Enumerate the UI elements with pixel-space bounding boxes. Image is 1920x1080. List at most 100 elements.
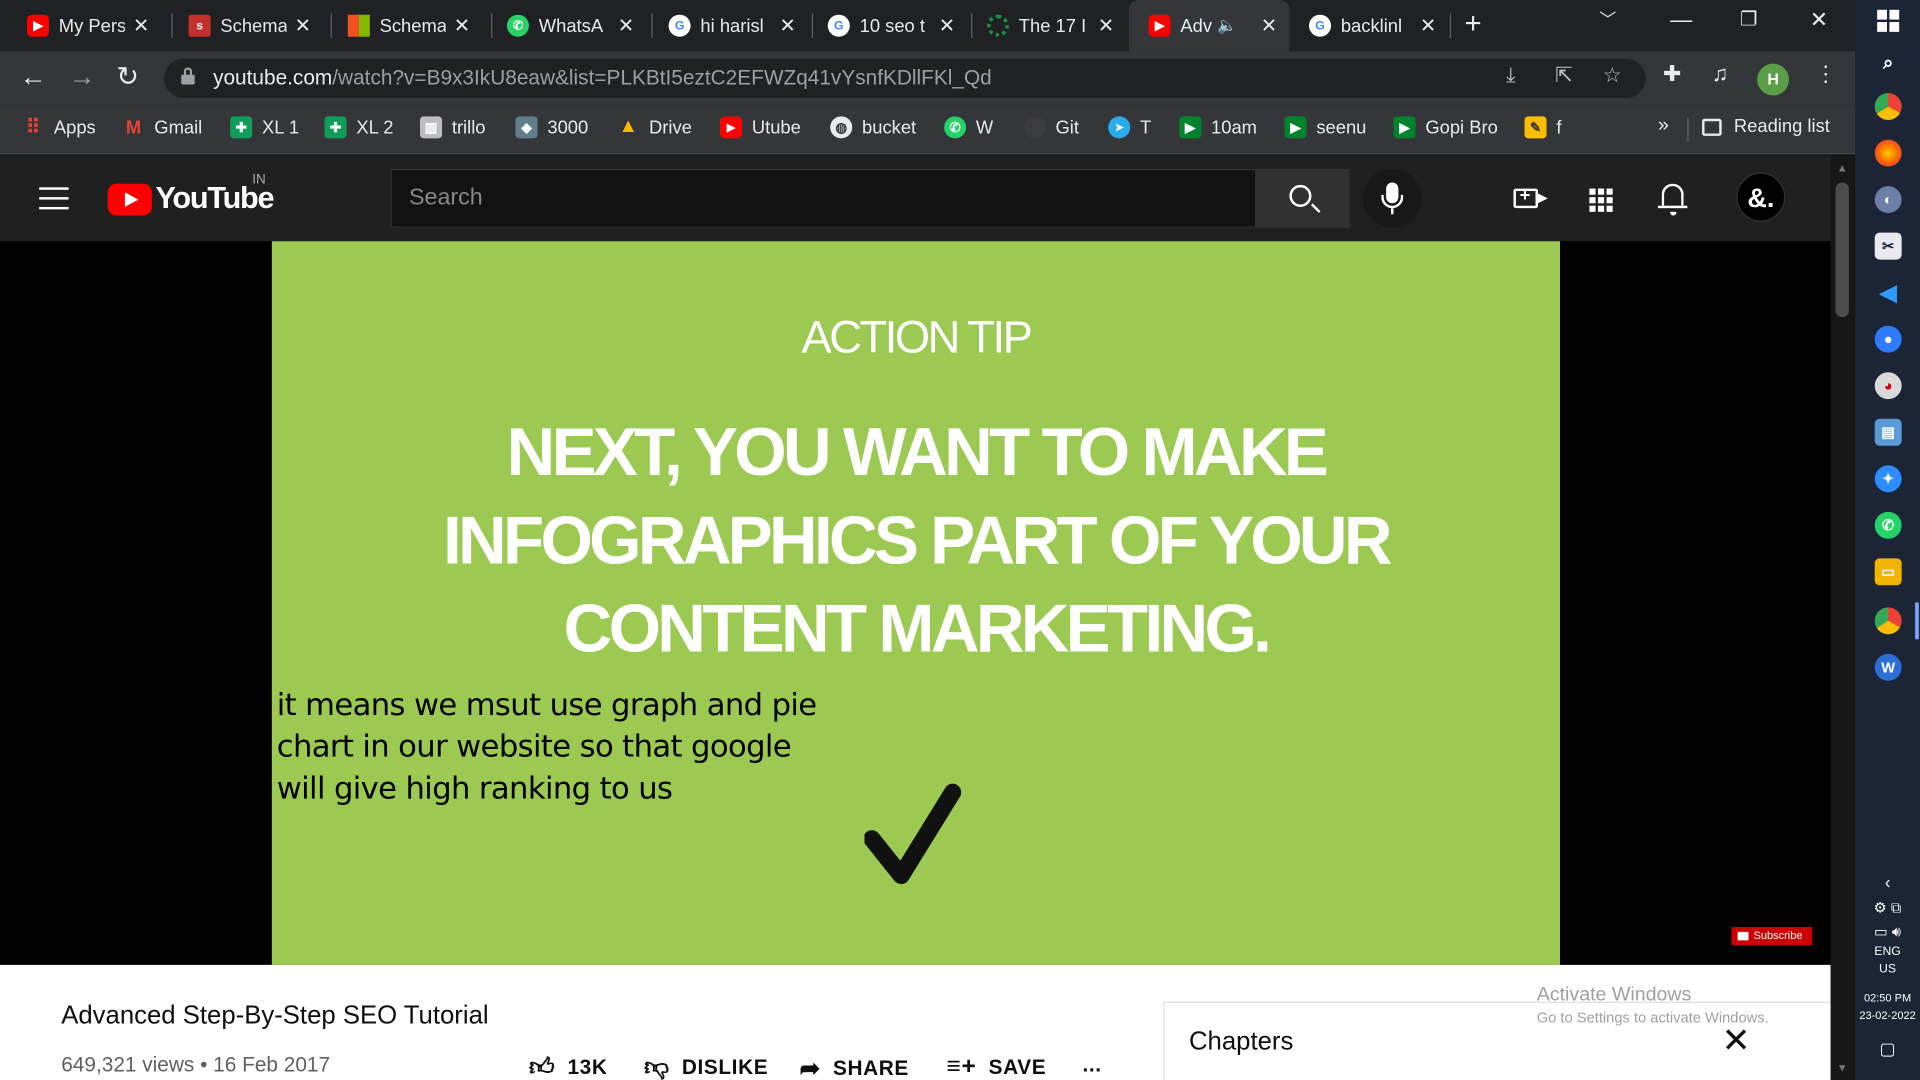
forward-button[interactable]: → xyxy=(69,61,96,93)
apps-icon[interactable] xyxy=(1589,188,1613,212)
browser-tab-active[interactable]: ▶ Adv 🔈 ✕ xyxy=(1128,0,1290,52)
notes-icon[interactable]: ▤ xyxy=(1874,418,1902,446)
bookmark-apps[interactable]: ⠿ Apps xyxy=(22,116,96,138)
browser-tab[interactable]: Schema ✕ xyxy=(328,0,482,51)
create-video-icon[interactable] xyxy=(1513,185,1548,209)
browser-tab[interactable]: ▶ My Pers ✕ xyxy=(7,0,161,51)
close-icon[interactable]: ✕ xyxy=(1261,13,1277,37)
webex-icon[interactable]: W xyxy=(1874,653,1902,681)
bookmark-git[interactable]: Git xyxy=(1023,116,1079,139)
safari-compass-icon[interactable]: ✦ xyxy=(1874,465,1902,493)
close-icon[interactable]: ✕ xyxy=(618,13,634,37)
save-button[interactable]: ≡+ SAVE xyxy=(947,1053,1047,1080)
close-icon[interactable]: ✕ xyxy=(454,13,470,37)
install-app-icon[interactable]: ⤓ xyxy=(1506,64,1515,88)
whatsapp-icon: ✆ xyxy=(506,14,529,37)
bookmark-seenu[interactable]: ▶ seenu xyxy=(1284,116,1366,139)
bookmarks-overflow-button[interactable]: » xyxy=(1658,115,1669,137)
show-hidden-icons-icon[interactable]: ‹ xyxy=(1855,872,1920,892)
windows-start-icon[interactable] xyxy=(1877,9,1900,32)
dislike-button[interactable]: 👎︎ DISLIKE xyxy=(644,1053,768,1080)
back-button[interactable]: ← xyxy=(20,61,47,93)
minimize-button[interactable]: — xyxy=(1670,7,1692,33)
share-icon[interactable]: ⇱ xyxy=(1555,64,1572,88)
search-icon[interactable]: ⌕ xyxy=(1875,49,1902,76)
video-player[interactable]: ACTION TIP NEXT, YOU WANT TO MAKE INFOGR… xyxy=(0,241,1831,965)
drive-icon: ▲ xyxy=(618,116,638,138)
speaker-icon[interactable]: 🔈 xyxy=(1217,16,1237,36)
clock-time[interactable]: 02:50 PM xyxy=(1855,992,1920,1004)
bookmark-xl2[interactable]: ✚ XL 2 xyxy=(324,116,393,139)
bookmark-trillo[interactable]: ▥ trillo xyxy=(420,116,486,139)
voice-search-button[interactable] xyxy=(1362,168,1422,228)
bookmark-3000[interactable]: ◈ 3000 xyxy=(515,116,588,139)
scroll-up-icon[interactable]: ▲ xyxy=(1837,162,1848,174)
notifications-bell-icon[interactable] xyxy=(1657,183,1688,216)
file-explorer-icon[interactable]: ▭ xyxy=(1874,558,1902,586)
chrome-icon[interactable] xyxy=(1874,93,1902,121)
bookmark-drive[interactable]: ▲ Drive xyxy=(617,116,691,138)
bookmark-w[interactable]: ✆ W xyxy=(944,116,993,139)
input-language[interactable]: ENG xyxy=(1855,945,1920,958)
scroll-down-icon[interactable]: ▼ xyxy=(1837,1062,1848,1074)
close-icon[interactable]: ✕ xyxy=(939,13,955,37)
more-actions-button[interactable]: ... xyxy=(1082,1053,1101,1077)
tab-search-icon[interactable]: ﹀ xyxy=(1599,7,1616,31)
media-control-icon[interactable]: ♫ xyxy=(1712,61,1729,87)
browser-tab[interactable]: G hi harisl ✕ xyxy=(649,0,808,51)
firefox-icon[interactable] xyxy=(1874,139,1902,167)
scrollbar-thumb[interactable] xyxy=(1835,182,1849,318)
bookmark-gopi-bro[interactable]: ▶ Gopi Bro xyxy=(1393,116,1498,139)
url-text[interactable]: youtube.com/watch?v=B9x3IkU8eaw&list=PLK… xyxy=(213,66,992,90)
close-icon[interactable]: ✕ xyxy=(295,13,311,37)
close-icon[interactable]: ✕ xyxy=(1098,13,1114,37)
bookmark-utube[interactable]: ▶ Utube xyxy=(720,116,801,139)
guide-menu-icon[interactable] xyxy=(39,187,69,210)
browser-tab[interactable]: ✆ WhatsA ✕ xyxy=(487,0,646,51)
bookmark-star-icon[interactable]: ☆ xyxy=(1603,64,1622,88)
maps-icon[interactable]: ● xyxy=(1874,325,1902,353)
whatsapp-icon[interactable]: ✆ xyxy=(1874,511,1902,539)
bookmark-f[interactable]: ✎ f xyxy=(1524,116,1561,139)
address-bar[interactable]: youtube.com/watch?v=B9x3IkU8eaw&list=PLK… xyxy=(164,58,1646,98)
youtube-logo[interactable]: YouTube xyxy=(107,181,275,217)
bookmark-10am[interactable]: ▶ 10am xyxy=(1179,116,1257,139)
bookmark-xl1[interactable]: ✚ XL 1 xyxy=(230,116,299,139)
network-volume-icons[interactable]: ▭ 🔊︎ xyxy=(1855,923,1920,941)
reading-list-button[interactable]: Reading list xyxy=(1702,116,1830,137)
new-tab-button[interactable]: + xyxy=(1465,7,1482,41)
share-button[interactable]: ➦ SHARE xyxy=(800,1053,909,1080)
browser-tab[interactable]: s Schema ✕ xyxy=(169,0,323,51)
reload-button[interactable]: ↻ xyxy=(116,61,139,93)
subscribe-watermark[interactable]: Subscribe xyxy=(1731,926,1813,946)
close-icon[interactable]: ✕ xyxy=(133,13,149,37)
system-tray-icons[interactable]: ⚙ ⧉ xyxy=(1855,899,1920,917)
page-scrollbar[interactable]: ▲ ▼ xyxy=(1830,155,1856,1080)
search-button[interactable] xyxy=(1255,168,1350,228)
like-button[interactable]: 👍︎ 13K xyxy=(529,1053,607,1080)
bookmark-bucket[interactable]: ◍ bucket xyxy=(830,116,916,139)
bookmark-gmail[interactable]: M Gmail xyxy=(122,116,202,138)
bookmark-t[interactable]: ➤ T xyxy=(1108,116,1151,139)
vscode-icon[interactable]: ◀ xyxy=(1875,279,1902,306)
browser-tab[interactable]: G backlinl ✕ xyxy=(1289,0,1448,51)
chrome-profile-icon[interactable] xyxy=(1874,607,1902,635)
account-avatar[interactable]: &. xyxy=(1736,172,1786,222)
checkmark-icon xyxy=(864,783,962,885)
search-input[interactable] xyxy=(391,170,1256,227)
app-icon[interactable]: ◐ xyxy=(1874,186,1902,214)
browser-tab[interactable]: The 17 I ✕ xyxy=(967,0,1126,51)
window-close-button[interactable]: ✕ xyxy=(1810,7,1828,33)
youtube-masthead: YouTube IN &. xyxy=(0,155,1831,242)
close-icon[interactable]: ✕ xyxy=(780,13,796,37)
paint-icon[interactable]: ◕ xyxy=(1874,372,1902,400)
restore-button[interactable]: ❐ xyxy=(1740,7,1758,31)
profile-avatar[interactable]: H xyxy=(1757,63,1789,96)
extensions-icon[interactable]: ✚ xyxy=(1663,61,1681,87)
menu-kebab-icon[interactable]: ⋮ xyxy=(1815,61,1837,87)
clock-date[interactable]: 23-02-2022 xyxy=(1855,1009,1920,1021)
notification-center-icon[interactable]: ▢ xyxy=(1855,1038,1920,1059)
snipping-tool-icon[interactable]: ✂ xyxy=(1874,232,1902,260)
close-icon[interactable]: ✕ xyxy=(1420,13,1436,37)
browser-tab[interactable]: G 10 seo t ✕ xyxy=(808,0,967,51)
